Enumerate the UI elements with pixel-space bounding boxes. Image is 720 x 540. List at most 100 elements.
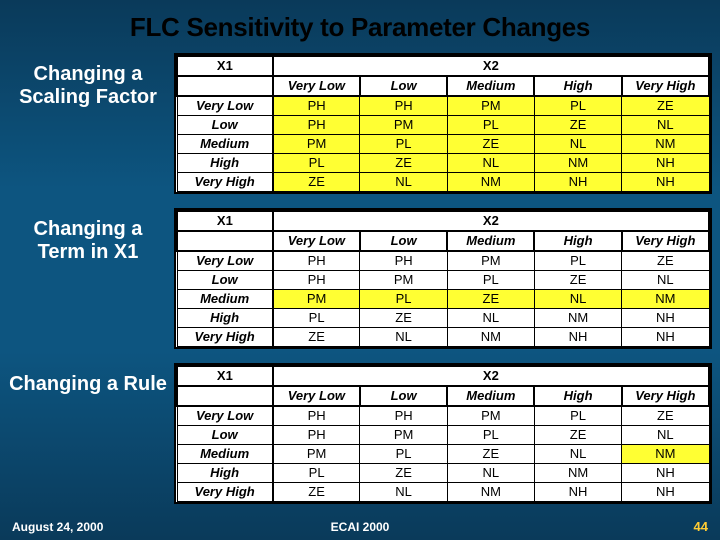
col-head: High	[534, 386, 621, 406]
col-head: High	[534, 76, 621, 96]
table-row: Very High ZE NL NM NH NH	[177, 328, 709, 347]
table-header-x: X1 X2	[177, 211, 709, 231]
cell: PH	[360, 251, 447, 271]
col-head: Very High	[622, 76, 709, 96]
col-head: Low	[360, 76, 447, 96]
cell: NM	[622, 135, 709, 154]
panel-label: Changing a Term in X1	[8, 208, 174, 264]
row-head: Very High	[177, 173, 273, 192]
cell: NH	[622, 464, 709, 483]
col-blank	[177, 231, 273, 251]
table-row: Low PH PM PL ZE NL	[177, 426, 709, 445]
cell: ZE	[273, 173, 360, 192]
cell: NL	[622, 116, 709, 135]
cell: PL	[273, 154, 360, 173]
cell: PM	[360, 426, 447, 445]
cell: NM	[447, 328, 534, 347]
col-blank	[177, 76, 273, 96]
cell: NM	[534, 464, 621, 483]
cell: PM	[360, 271, 447, 290]
cell: NL	[447, 309, 534, 328]
cell: PH	[360, 96, 447, 116]
cell: PL	[447, 426, 534, 445]
cell: PM	[273, 445, 360, 464]
table-row: High PL ZE NL NM NH	[177, 154, 709, 173]
col-head: Low	[360, 386, 447, 406]
table-row: Low PH PM PL ZE NL	[177, 271, 709, 290]
col-head: Very High	[622, 386, 709, 406]
page-title: FLC Sensitivity to Parameter Changes	[0, 0, 720, 53]
col-head: Very High	[622, 231, 709, 251]
cell: PL	[534, 251, 621, 271]
row-head: Very Low	[177, 406, 273, 426]
cell: ZE	[273, 328, 360, 347]
cell: NL	[534, 135, 621, 154]
row-head: Low	[177, 116, 273, 135]
row-head: Very Low	[177, 96, 273, 116]
table-row: Low PH PM PL ZE NL	[177, 116, 709, 135]
cell: PM	[447, 406, 534, 426]
panel-label: Changing a Rule	[8, 363, 174, 396]
col-head: Medium	[447, 76, 534, 96]
col-blank	[177, 386, 273, 406]
cell: NH	[534, 328, 621, 347]
cell: ZE	[360, 309, 447, 328]
row-head: Low	[177, 271, 273, 290]
footer-date: August 24, 2000	[12, 520, 103, 534]
cell: PL	[273, 464, 360, 483]
table-row: Very Low PH PH PM PL ZE	[177, 251, 709, 271]
table-row: Very High ZE NL NM NH NH	[177, 173, 709, 192]
cell: PH	[273, 406, 360, 426]
row-head: Very High	[177, 328, 273, 347]
cell: PH	[273, 96, 360, 116]
cell: ZE	[447, 135, 534, 154]
table-header-x: X1 X2	[177, 56, 709, 76]
col-head: High	[534, 231, 621, 251]
row-head: High	[177, 309, 273, 328]
cell: ZE	[273, 483, 360, 502]
cell: NH	[622, 154, 709, 173]
cell: PH	[273, 271, 360, 290]
cell: ZE	[534, 271, 621, 290]
cell: PM	[447, 96, 534, 116]
row-head: Low	[177, 426, 273, 445]
table-row: Medium PM PL ZE NL NM	[177, 135, 709, 154]
col-head: Very Low	[273, 76, 360, 96]
x1-header: X1	[177, 211, 273, 231]
cell: NM	[447, 173, 534, 192]
cell: NL	[360, 173, 447, 192]
panel-table: X1 X2 Very Low Low Medium High Very High…	[174, 208, 712, 349]
cell: PM	[273, 135, 360, 154]
x2-header: X2	[273, 56, 709, 76]
col-head: Medium	[447, 231, 534, 251]
row-head: Medium	[177, 290, 273, 309]
cell: ZE	[360, 464, 447, 483]
cell: NM	[534, 309, 621, 328]
cell: NH	[534, 483, 621, 502]
x2-header: X2	[273, 211, 709, 231]
cell: ZE	[534, 426, 621, 445]
table-row: Medium PM PL ZE NL NM	[177, 445, 709, 464]
cell: NH	[622, 483, 709, 502]
table-header-cols: Very Low Low Medium High Very High	[177, 386, 709, 406]
cell: ZE	[622, 96, 709, 116]
cell: ZE	[447, 445, 534, 464]
col-head: Very Low	[273, 231, 360, 251]
cell: PM	[360, 116, 447, 135]
cell: PL	[447, 116, 534, 135]
footer: August 24, 2000 ECAI 2000 44	[0, 519, 720, 534]
row-head: High	[177, 464, 273, 483]
table-row: Very High ZE NL NM NH NH	[177, 483, 709, 502]
col-head: Low	[360, 231, 447, 251]
cell: NL	[534, 445, 621, 464]
footer-venue: ECAI 2000	[331, 520, 390, 534]
x2-header: X2	[273, 366, 709, 386]
cell: PL	[447, 271, 534, 290]
cell: NL	[622, 271, 709, 290]
row-head: Medium	[177, 135, 273, 154]
panel-scaling-factor: Changing a Scaling Factor X1 X2 Very Low…	[8, 53, 712, 194]
cell: PL	[360, 135, 447, 154]
footer-page: 44	[694, 519, 708, 534]
cell: NL	[447, 154, 534, 173]
cell: NM	[622, 290, 709, 309]
